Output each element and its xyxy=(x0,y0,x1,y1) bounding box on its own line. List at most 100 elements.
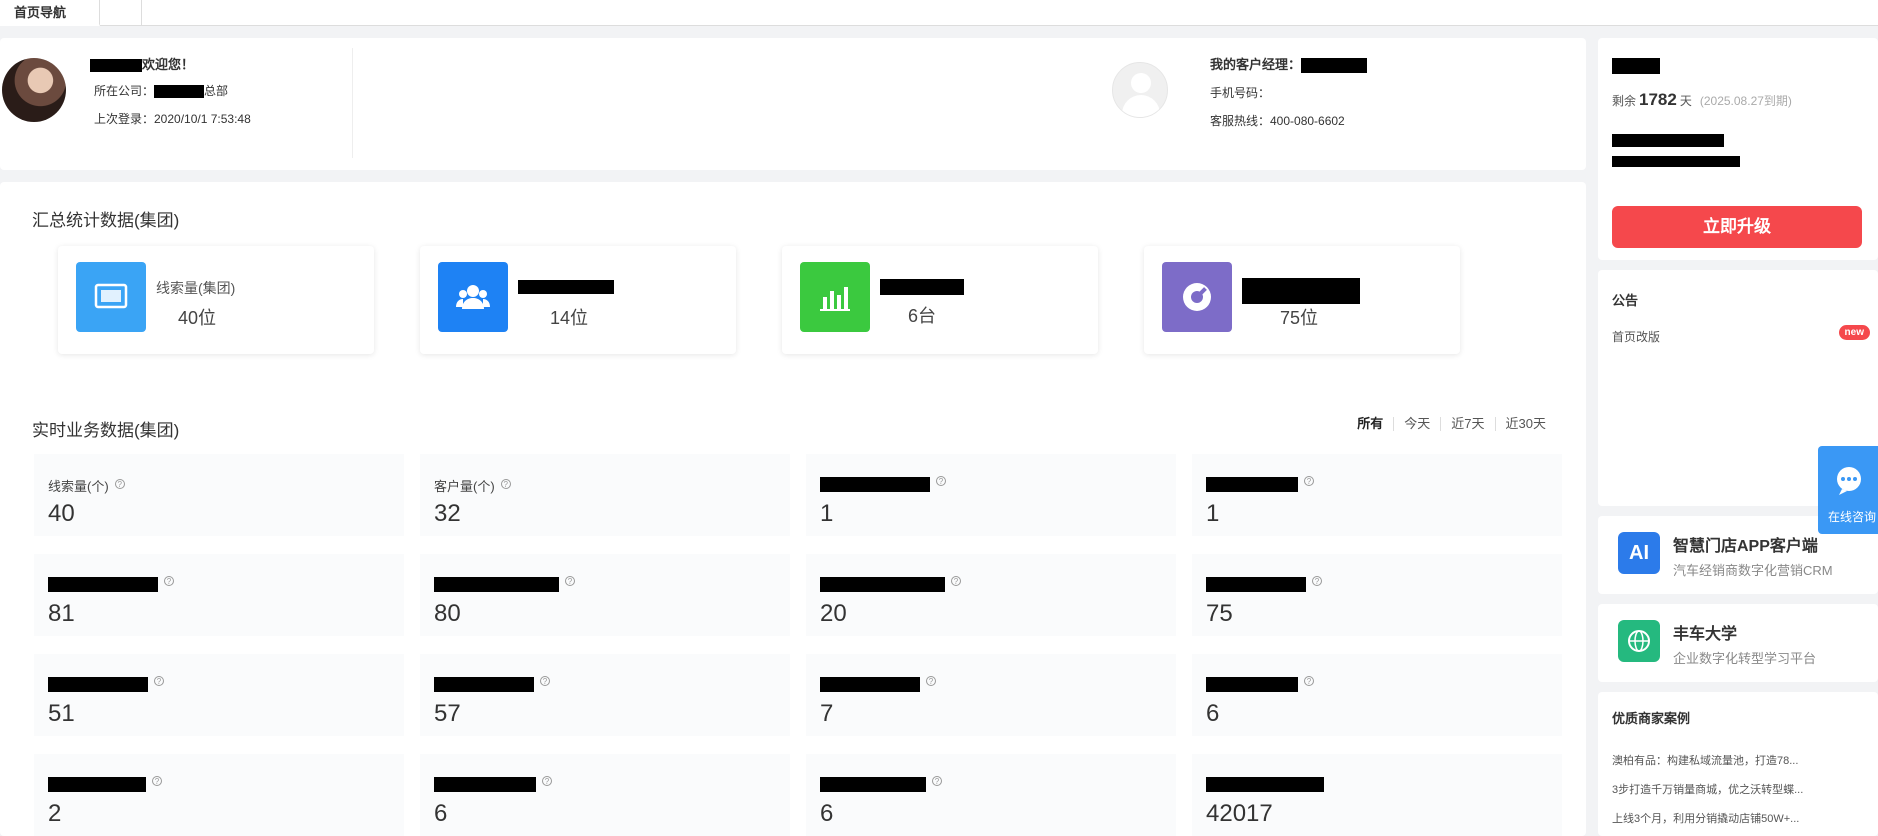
manager-title: 我的客户经理： xyxy=(1210,57,1302,72)
metric-label-text: 客户量(个) xyxy=(434,479,495,494)
metric-cell[interactable]: ? 6 xyxy=(1192,654,1562,736)
filter-today[interactable]: 今天 xyxy=(1393,417,1440,431)
days-unit: 天 xyxy=(1679,94,1692,108)
metric-label: ? xyxy=(434,576,575,593)
stat-label: 线索量(集团) xyxy=(156,280,236,296)
tab-empty[interactable] xyxy=(100,0,142,26)
metric-cell[interactable]: ? 51 xyxy=(34,654,404,736)
redacted-label xyxy=(1206,777,1324,793)
avatar[interactable] xyxy=(2,58,66,122)
notice-item[interactable]: 首页改版 xyxy=(1612,328,1660,345)
redacted-info-1 xyxy=(1612,134,1724,147)
metric-cell[interactable]: ? 1 xyxy=(806,454,1176,536)
metric-cell[interactable]: 线索量(个)? 40 xyxy=(34,454,404,536)
remaining-prefix: 剩余 xyxy=(1612,94,1637,108)
metric-cell[interactable]: ? 6 xyxy=(806,754,1176,836)
metric-value: 1 xyxy=(820,500,834,527)
metric-cell[interactable]: ? 81 xyxy=(34,554,404,636)
online-consult-button[interactable]: 在线咨询 xyxy=(1818,446,1878,534)
redacted-label xyxy=(820,477,930,493)
expiry-date: (2025.08.27到期) xyxy=(1699,94,1792,108)
metric-value: 7 xyxy=(820,700,834,727)
help-icon[interactable]: ? xyxy=(114,479,125,489)
stat-card-leads[interactable]: 线索量(集团) 40位 xyxy=(58,246,374,354)
metric-cell[interactable]: ? 1 xyxy=(1192,454,1562,536)
app-subtitle: 汽车经销商数字化营销CRM xyxy=(1673,563,1833,578)
help-icon[interactable]: ? xyxy=(926,676,936,686)
stat-label xyxy=(1242,278,1360,304)
metric-label: ? xyxy=(1206,476,1314,493)
days-count: 1782 xyxy=(1639,90,1677,109)
help-icon[interactable]: ? xyxy=(542,776,552,786)
help-icon[interactable]: ? xyxy=(1304,476,1314,486)
metric-value: 6 xyxy=(1206,700,1220,727)
redacted-label xyxy=(434,677,534,693)
help-icon[interactable]: ? xyxy=(1312,576,1322,586)
display-icon xyxy=(76,262,146,332)
redacted-label xyxy=(434,777,536,793)
metric-cell[interactable]: ? 7 xyxy=(806,654,1176,736)
metric-cell[interactable]: ? 57 xyxy=(420,654,790,736)
ai-app-icon: AI xyxy=(1618,532,1660,574)
metric-label: 客户量(个)? xyxy=(434,476,511,495)
redacted-username xyxy=(90,59,142,73)
upgrade-button[interactable]: 立即升级 xyxy=(1612,206,1862,248)
case-item[interactable]: 3步打造千万销量商城，优之沃转型蝶... xyxy=(1612,781,1803,797)
metric-value: 1 xyxy=(1206,500,1220,527)
metric-value: 57 xyxy=(434,700,461,727)
help-icon[interactable]: ? xyxy=(932,776,942,786)
metric-cell[interactable]: ? 75 xyxy=(1192,554,1562,636)
chat-icon xyxy=(1837,467,1861,495)
case-item[interactable]: 澳柏有品：构建私域流量池，打造78... xyxy=(1612,752,1798,768)
redacted-label xyxy=(820,677,920,693)
help-icon[interactable]: ? xyxy=(936,476,946,486)
stat-card-vehicles[interactable]: 6台 xyxy=(782,246,1098,354)
metric-cell[interactable]: 42017 xyxy=(1192,754,1562,836)
help-icon[interactable]: ? xyxy=(951,576,961,586)
help-icon[interactable]: ? xyxy=(154,676,164,686)
filter-all[interactable]: 所有 xyxy=(1347,417,1393,431)
globe-icon xyxy=(1618,620,1660,662)
redacted-label xyxy=(820,577,945,593)
case-item[interactable]: 上线3个月，利用分销撬动店铺50W+... xyxy=(1612,810,1799,826)
metric-value: 6 xyxy=(434,800,448,827)
help-icon[interactable]: ? xyxy=(565,576,575,586)
metric-label: ? xyxy=(820,676,936,693)
welcome-text: 欢迎您！ xyxy=(142,57,195,72)
filter-30-days[interactable]: 近30天 xyxy=(1494,417,1556,431)
app-title: 丰车大学 xyxy=(1673,626,1738,643)
tab-home-nav[interactable]: 首页导航 xyxy=(0,0,100,26)
stat-value: 75位 xyxy=(1280,308,1319,328)
metric-value: 80 xyxy=(434,600,461,627)
metric-cell[interactable]: ? 6 xyxy=(420,754,790,836)
stat-value: 40位 xyxy=(178,308,217,328)
help-icon[interactable]: ? xyxy=(1304,676,1314,686)
app-card-university[interactable]: 丰车大学 企业数字化转型学习平台 xyxy=(1598,604,1878,682)
notice-title: 公告 xyxy=(1612,293,1639,308)
redacted-label xyxy=(48,777,146,793)
metric-cell[interactable]: 客户量(个)? 32 xyxy=(420,454,790,536)
metric-cell[interactable]: ? 80 xyxy=(420,554,790,636)
cases-panel: 优质商家案例 澳柏有品：构建私域流量池，打造78... 3步打造千万销量商城，优… xyxy=(1598,692,1878,836)
tab-bar: 首页导航 xyxy=(0,0,1878,26)
metric-label: ? xyxy=(48,776,162,793)
stat-card-customers[interactable]: 14位 xyxy=(420,246,736,354)
filter-7-days[interactable]: 近7天 xyxy=(1440,417,1494,431)
redacted-label xyxy=(1206,677,1298,693)
vip-panel: 剩余 1782 天 (2025.08.27到期) 立即升级 xyxy=(1598,38,1878,260)
company-suffix: 总部 xyxy=(204,84,229,98)
metric-label: 线索量(个)? xyxy=(48,476,125,495)
redacted-label xyxy=(1206,477,1298,493)
stat-card-service[interactable]: 75位 xyxy=(1144,246,1460,354)
help-icon[interactable]: ? xyxy=(164,576,174,586)
main-panel: 汇总统计数据(集团) 线索量(集团) 40位 14位 6台 75位 实时业务数据… xyxy=(0,182,1586,836)
metric-value: 42017 xyxy=(1206,800,1273,827)
stat-value: 14位 xyxy=(550,308,589,328)
help-icon[interactable]: ? xyxy=(152,776,162,786)
help-icon[interactable]: ? xyxy=(540,676,550,686)
metric-cell[interactable]: ? 2 xyxy=(34,754,404,836)
app-subtitle: 企业数字化转型学习平台 xyxy=(1673,651,1817,666)
metric-cell[interactable]: ? 20 xyxy=(806,554,1176,636)
help-icon[interactable]: ? xyxy=(500,479,511,489)
redacted-label xyxy=(1242,278,1360,304)
